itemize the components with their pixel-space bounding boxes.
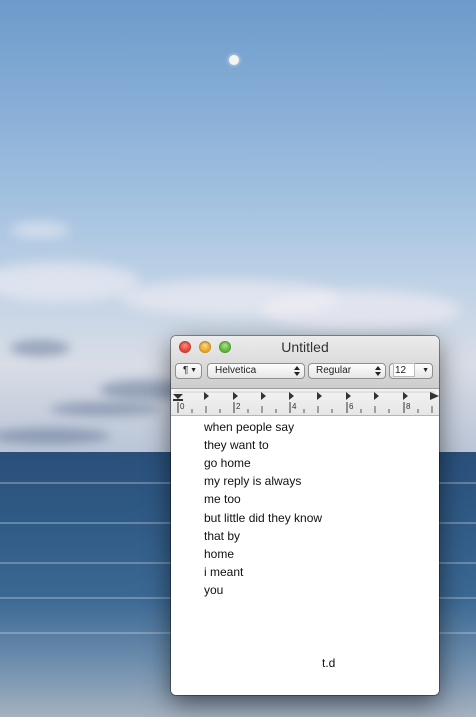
window-title: Untitled (281, 339, 329, 355)
ruler-label: 6 (349, 402, 354, 411)
typeface-value: Regular (316, 365, 352, 376)
document-text-area[interactable]: when people say they want to go home my … (171, 416, 439, 695)
text-line: home (204, 547, 235, 561)
up-down-stepper-icon (375, 365, 381, 383)
textedit-window[interactable]: Untitled ¶ ▼ Helvetica Regular 12 ▼ 0 2 … (171, 336, 439, 695)
font-size-combo[interactable]: 12 ▼ (389, 363, 433, 379)
font-size-field[interactable]: 12 (393, 363, 415, 377)
text-line: that by (204, 529, 241, 543)
ruler-ticks (173, 391, 439, 413)
cloud (50, 402, 160, 416)
text-line: go home (204, 456, 251, 470)
font-family-value: Helvetica (215, 365, 257, 376)
typeface-popup[interactable]: Regular (308, 363, 386, 379)
ruler-label: 0 (180, 402, 185, 411)
up-down-stepper-icon (294, 365, 300, 383)
paragraph-label: ¶ (183, 365, 189, 376)
ruler-label: 4 (292, 402, 297, 411)
ruler-label: 8 (406, 402, 411, 411)
paragraph-style-menu[interactable]: ¶ ▼ (175, 363, 202, 379)
text-line: but little did they know (204, 511, 323, 525)
ruler-label: 2 (236, 402, 241, 411)
cloud (10, 222, 70, 238)
text-line: my reply is always (204, 474, 302, 488)
cloud (10, 340, 70, 356)
chevron-down-icon[interactable]: ▼ (422, 364, 429, 378)
signature-text: t.d (322, 656, 336, 670)
ruler[interactable]: 0 2 4 6 8 (171, 389, 439, 416)
text-line: me too (204, 492, 241, 506)
font-family-popup[interactable]: Helvetica (207, 363, 305, 379)
moon (229, 55, 239, 65)
text-line: i meant (204, 565, 244, 579)
cloud (260, 290, 460, 330)
text-line: when people say (204, 420, 295, 434)
chevron-down-icon: ▼ (190, 367, 197, 374)
text-line: you (204, 583, 224, 597)
text-line: they want to (204, 438, 269, 452)
titlebar[interactable]: Untitled ¶ ▼ Helvetica Regular 12 ▼ (171, 336, 439, 389)
